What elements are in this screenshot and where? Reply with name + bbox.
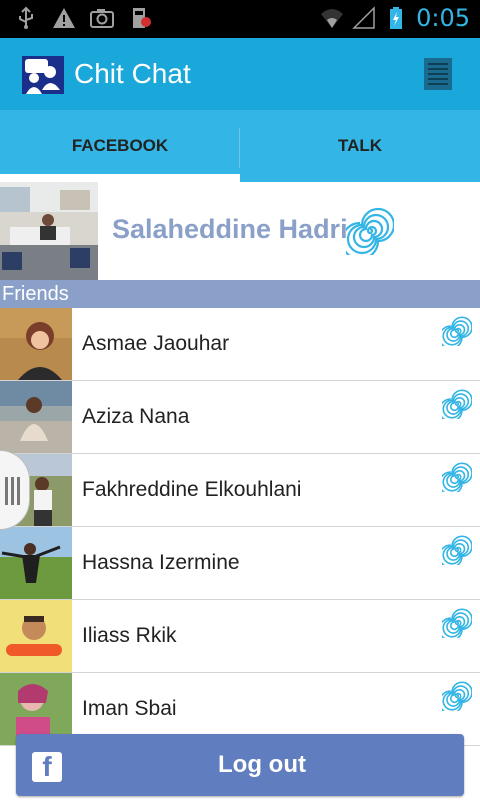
usb-icon	[19, 6, 33, 29]
chit-chat-logo[interactable]	[22, 56, 64, 94]
grip-icon	[5, 477, 20, 505]
friend-name: Aziza Nana	[82, 405, 190, 428]
battery-charging-icon	[390, 7, 403, 29]
friends-section-header: Friends	[0, 280, 480, 308]
spiral-status-icon	[442, 608, 472, 638]
friend-name: Iliass Rkik	[82, 624, 177, 647]
logout-label: Log out	[218, 751, 306, 778]
tab-divider	[239, 128, 240, 168]
friend-avatar	[0, 600, 72, 672]
tab-bar: FACEBOOK TALK	[0, 110, 480, 182]
spiral-status-icon	[442, 462, 472, 492]
list-item[interactable]: Fakhreddine Elkouhlani	[0, 454, 480, 527]
signal-icon	[352, 6, 375, 29]
menu-icon[interactable]	[424, 58, 452, 90]
list-item[interactable]: Iliass Rkik	[0, 600, 480, 673]
list-item[interactable]: Hassna Izermine	[0, 527, 480, 600]
spiral-status-icon	[442, 535, 472, 565]
friend-name: Hassna Izermine	[82, 551, 240, 574]
sim-icon	[133, 8, 151, 28]
profile-avatar	[0, 182, 98, 280]
friend-avatar	[0, 308, 72, 380]
spiral-status-icon	[346, 207, 394, 255]
warning-icon	[53, 8, 75, 28]
friend-name: Asmae Jaouhar	[82, 332, 230, 355]
friend-name: Fakhreddine Elkouhlani	[82, 478, 302, 501]
list-item[interactable]: Asmae Jaouhar	[0, 308, 480, 381]
friend-avatar	[0, 381, 72, 453]
friend-name: Iman Sbai	[82, 697, 177, 720]
action-bar	[0, 38, 480, 110]
clock: 0:05	[416, 4, 470, 32]
spiral-status-icon	[442, 316, 472, 346]
spiral-status-icon	[442, 681, 472, 711]
friend-avatar	[0, 527, 72, 599]
camera-icon	[90, 9, 114, 28]
tab-selected-indicator	[0, 174, 240, 182]
app-title: Chit Chat	[74, 58, 191, 89]
wifi-icon	[321, 9, 344, 28]
profile-name: Salaheddine Hadri	[112, 214, 348, 244]
side-drawer-handle[interactable]	[0, 450, 30, 530]
list-item[interactable]: Aziza Nana	[0, 381, 480, 454]
tab-facebook[interactable]: FACEBOOK	[0, 110, 240, 182]
status-bar: 0:05	[0, 0, 480, 38]
tab-talk[interactable]: TALK	[240, 110, 480, 182]
spiral-status-icon	[442, 389, 472, 419]
